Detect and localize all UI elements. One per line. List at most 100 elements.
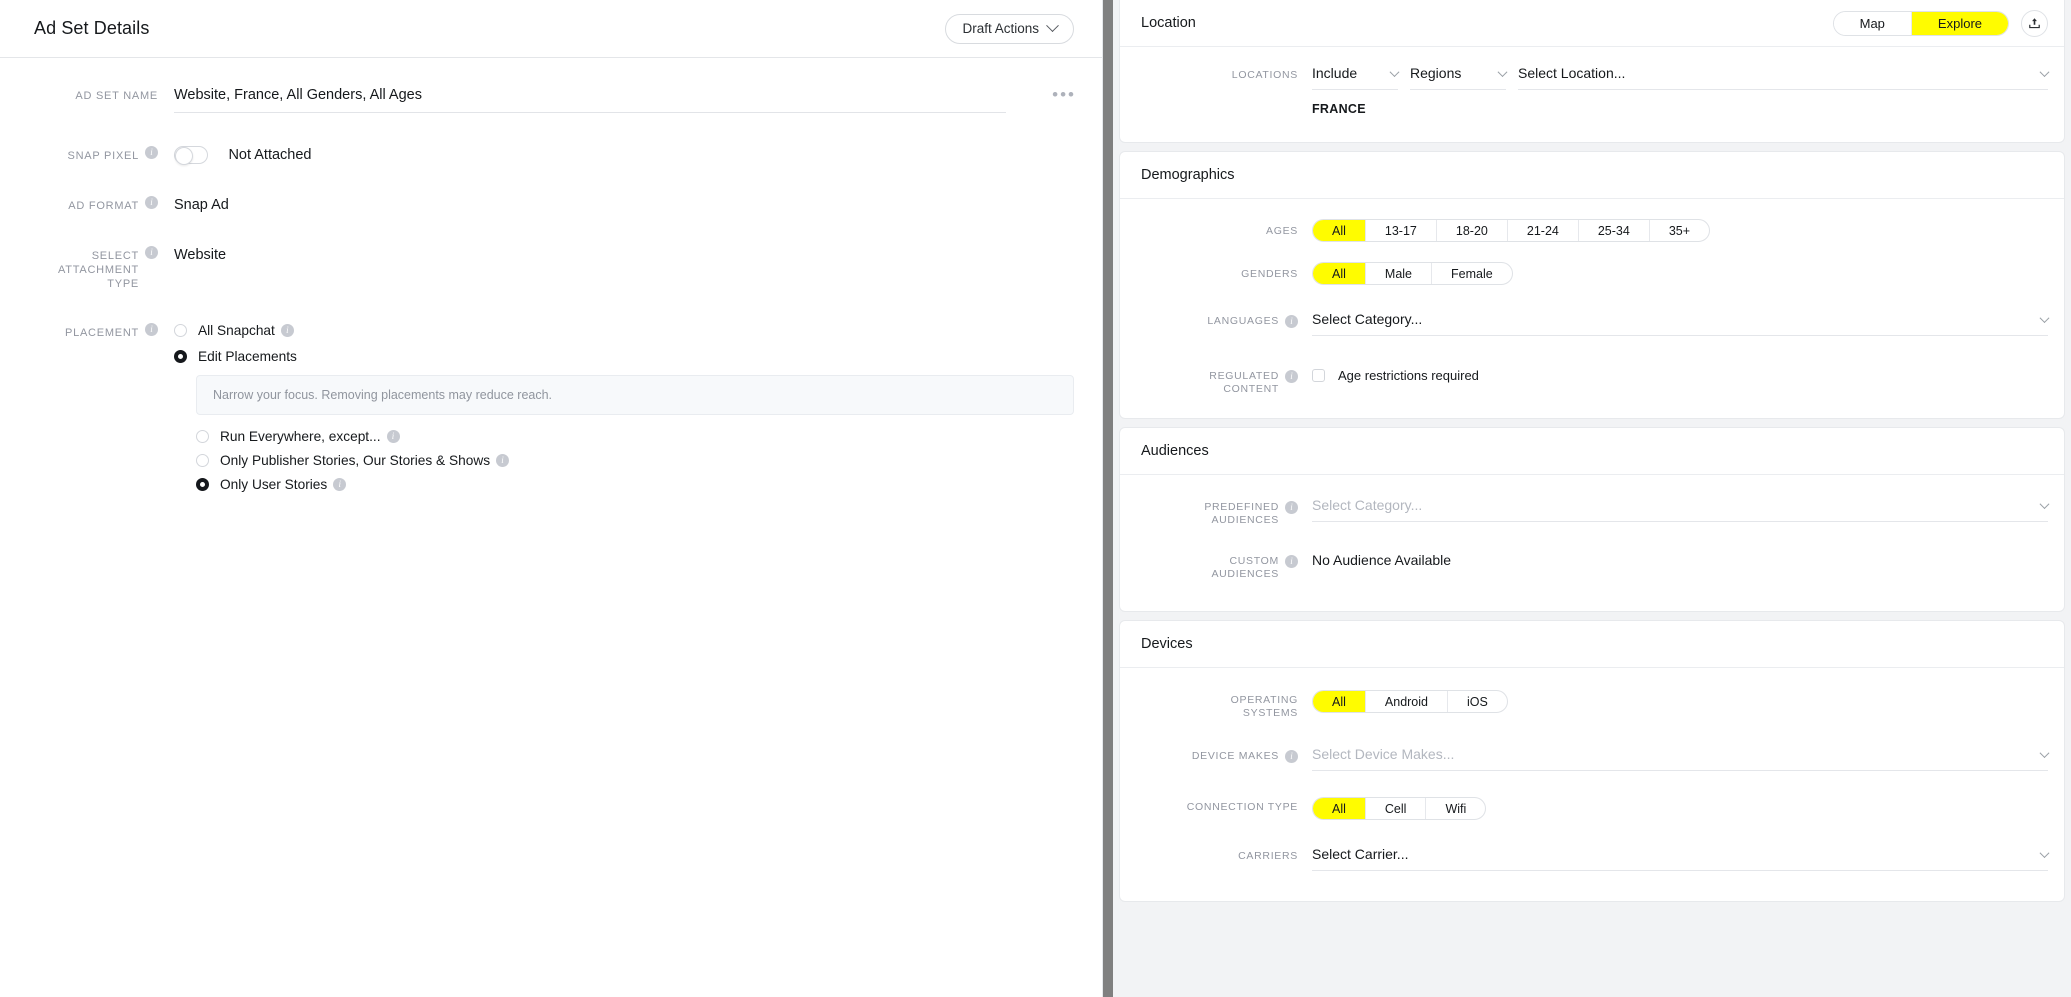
app-root: Ad Set Details Draft Actions AD SET NAME… <box>0 0 2071 997</box>
locations-label-wrap: LOCATIONS <box>1120 65 1298 82</box>
targeting-panel: Location Map Explore LOCATIONS Include R… <box>1113 0 2071 997</box>
genders-option-female[interactable]: Female <box>1432 263 1512 284</box>
operating-systems-label-wrap: OPERATING SYSTEMS <box>1120 690 1298 720</box>
placement-suboption-user-stories[interactable]: Only User Stories i <box>196 477 1074 492</box>
genders-row: GENDERS All Male Female <box>1120 262 2048 285</box>
ad-set-name-input[interactable] <box>174 87 1006 113</box>
info-icon[interactable]: i <box>280 324 294 338</box>
languages-label: LANGUAGES <box>1207 315 1279 327</box>
ages-option-13-17[interactable]: 13-17 <box>1366 220 1437 241</box>
snap-pixel-label-wrap: SNAP PIXEL i <box>0 146 158 163</box>
include-exclude-select[interactable]: Include <box>1312 65 1400 90</box>
radio-publisher-stories[interactable] <box>196 454 209 468</box>
predefined-audiences-label-wrap: PREDEFINED AUDIENCES i <box>1120 497 1298 527</box>
placement-option-all-snapchat[interactable]: All Snapchat i <box>174 323 1074 338</box>
regulated-content-field: Age restrictions required <box>1298 366 2048 383</box>
os-option-all[interactable]: All <box>1313 691 1366 712</box>
placement-suboptions: Narrow your focus. Removing placements m… <box>174 375 1074 492</box>
radio-all-snapchat[interactable] <box>174 324 187 338</box>
radio-run-everywhere-label: Run Everywhere, except... <box>220 429 381 445</box>
ages-label-wrap: AGES <box>1120 219 1298 238</box>
draft-actions-label: Draft Actions <box>962 21 1039 36</box>
carriers-select[interactable]: Select Carrier... <box>1312 846 2050 871</box>
info-icon[interactable]: i <box>145 146 158 159</box>
demographics-card-body: AGES All 13-17 18-20 21-24 25-34 35+ GEN… <box>1120 199 2064 418</box>
radio-user-stories[interactable] <box>196 478 209 492</box>
locations-field: Include Regions Select Location... <box>1298 65 2050 90</box>
ages-segmented-control[interactable]: All 13-17 18-20 21-24 25-34 35+ <box>1312 219 1711 242</box>
os-option-ios[interactable]: iOS <box>1448 691 1507 712</box>
select-location-input[interactable]: Select Location... <box>1518 65 2050 90</box>
explore-toggle-option[interactable]: Explore <box>1911 11 2008 35</box>
placement-row: PLACEMENT i All Snapchat i Edit Placemen… <box>0 323 1102 501</box>
ages-option-all[interactable]: All <box>1313 220 1366 241</box>
map-toggle-option[interactable]: Map <box>1833 11 1912 35</box>
audiences-card: Audiences PREDEFINED AUDIENCES i Select … <box>1119 427 2065 612</box>
connection-type-label: CONNECTION TYPE <box>1186 801 1298 813</box>
connection-type-segmented-control[interactable]: All Cell Wifi <box>1312 797 1487 820</box>
placement-suboption-run-everywhere[interactable]: Run Everywhere, except... i <box>196 429 1074 444</box>
panel-resize-divider[interactable] <box>1103 0 1113 997</box>
placement-option-edit-placements[interactable]: Edit Placements <box>174 349 1074 364</box>
radio-publisher-stories-label: Only Publisher Stories, Our Stories & Sh… <box>220 453 491 469</box>
operating-systems-segmented-control[interactable]: All Android iOS <box>1312 690 1508 713</box>
info-icon[interactable]: i <box>1285 555 1298 568</box>
connection-option-all[interactable]: All <box>1313 798 1366 819</box>
info-icon[interactable]: i <box>145 196 158 210</box>
info-icon[interactable]: i <box>1285 370 1298 383</box>
info-icon[interactable]: i <box>1285 315 1298 328</box>
map-explore-toggle[interactable]: Map Explore <box>1832 10 2009 36</box>
predefined-audiences-placeholder: Select Category... <box>1312 497 1423 513</box>
info-icon[interactable]: i <box>145 323 158 337</box>
more-options-icon[interactable]: ••• <box>1052 86 1076 103</box>
upload-button[interactable] <box>2021 9 2048 37</box>
predefined-audiences-select[interactable]: Select Category... <box>1312 497 2050 522</box>
carriers-row: CARRIERS Select Carrier... <box>1120 846 2050 871</box>
info-icon[interactable]: i <box>1285 750 1298 763</box>
genders-segmented-control[interactable]: All Male Female <box>1312 262 1513 285</box>
info-icon[interactable]: i <box>386 430 400 444</box>
snap-pixel-toggle[interactable] <box>174 146 208 165</box>
ages-option-21-24[interactable]: 21-24 <box>1508 220 1579 241</box>
device-makes-select[interactable]: Select Device Makes... <box>1312 746 2050 771</box>
ad-set-details-header: Ad Set Details Draft Actions <box>0 0 1102 58</box>
os-option-android[interactable]: Android <box>1366 691 1448 712</box>
operating-systems-row: OPERATING SYSTEMS All Android iOS <box>1120 690 2048 720</box>
draft-actions-button[interactable]: Draft Actions <box>945 13 1074 44</box>
region-type-select[interactable]: Regions <box>1410 65 1508 90</box>
languages-label-wrap: LANGUAGES i <box>1120 311 1298 328</box>
genders-option-all[interactable]: All <box>1313 263 1366 284</box>
carriers-label: CARRIERS <box>1238 850 1298 862</box>
chevron-down-icon <box>2039 312 2050 323</box>
chevron-down-icon <box>1389 66 1400 77</box>
radio-edit-placements[interactable] <box>174 350 187 364</box>
predefined-audiences-row: PREDEFINED AUDIENCES i Select Category..… <box>1120 497 2050 527</box>
custom-audiences-value: No Audience Available <box>1312 552 1452 568</box>
custom-audiences-field: No Audience Available <box>1298 551 2048 568</box>
attachment-type-value: Website <box>174 247 227 264</box>
select-location-wrap: Select Location... <box>1518 65 2050 90</box>
info-icon[interactable]: i <box>1285 501 1298 514</box>
genders-option-male[interactable]: Male <box>1366 263 1432 284</box>
locations-row: LOCATIONS Include Regions Select Locatio… <box>1120 65 2050 90</box>
placement-suboption-publisher-stories[interactable]: Only Publisher Stories, Our Stories & Sh… <box>196 453 1074 468</box>
languages-select[interactable]: Select Category... <box>1312 311 2050 336</box>
info-icon[interactable]: i <box>145 246 158 260</box>
ad-format-label: AD FORMAT <box>68 200 139 213</box>
devices-card-header: Devices <box>1120 621 2064 668</box>
info-icon[interactable]: i <box>333 478 347 492</box>
radio-run-everywhere[interactable] <box>196 430 209 444</box>
regulated-content-label: REGULATED CONTENT <box>1209 370 1279 395</box>
ages-option-18-20[interactable]: 18-20 <box>1437 220 1508 241</box>
age-restrictions-checkbox[interactable] <box>1312 369 1325 382</box>
ages-option-35-plus[interactable]: 35+ <box>1650 220 1709 241</box>
snap-pixel-field: Not Attached <box>158 146 1102 165</box>
info-icon[interactable]: i <box>496 454 510 468</box>
age-restrictions-row[interactable]: Age restrictions required <box>1312 366 2048 383</box>
devices-card-body: OPERATING SYSTEMS All Android iOS DEVICE… <box>1120 668 2064 901</box>
devices-title: Devices <box>1141 636 1193 652</box>
ages-option-25-34[interactable]: 25-34 <box>1579 220 1650 241</box>
connection-option-cell[interactable]: Cell <box>1366 798 1427 819</box>
connection-option-wifi[interactable]: Wifi <box>1426 798 1485 819</box>
ad-set-form: AD SET NAME ••• SNAP PIXEL i Not Attache… <box>0 58 1102 501</box>
